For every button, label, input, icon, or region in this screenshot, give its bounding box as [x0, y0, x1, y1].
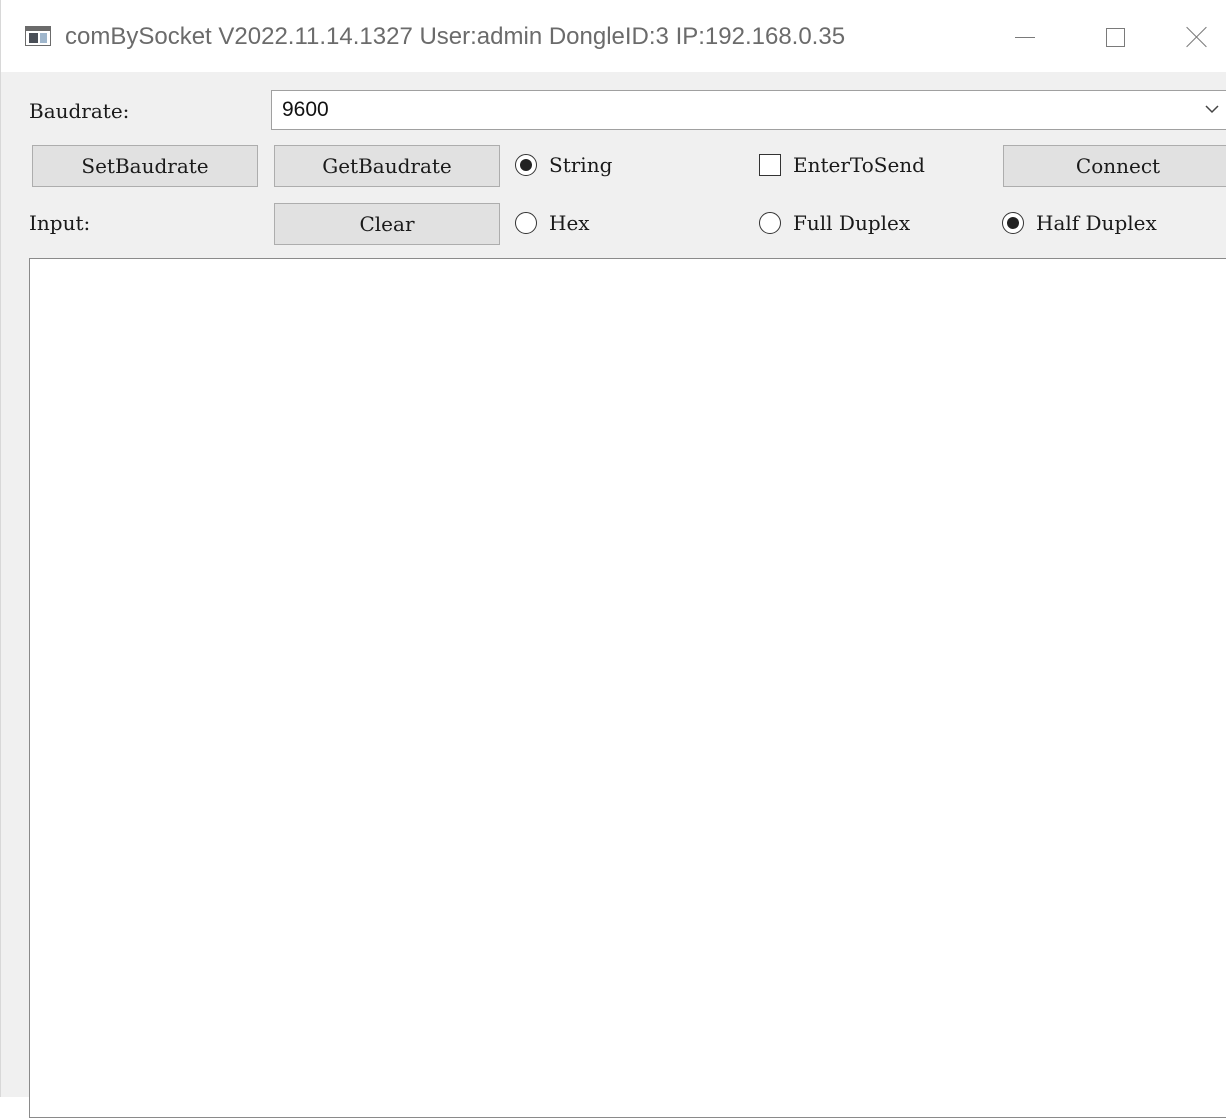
connect-button[interactable]: Connect	[1003, 145, 1226, 187]
radio-hex[interactable]: Hex	[515, 208, 590, 238]
radio-full-duplex-label: Full Duplex	[793, 211, 911, 235]
minimize-button[interactable]	[995, 14, 1055, 60]
baudrate-value: 9600	[282, 98, 329, 121]
radio-half-duplex-label: Half Duplex	[1036, 211, 1157, 235]
radio-half-duplex-indicator[interactable]	[1002, 212, 1024, 234]
title-bar[interactable]: comBySocket V2022.11.14.1327 User:admin …	[1, 0, 1226, 72]
clear-button[interactable]: Clear	[274, 203, 500, 245]
radio-string-label: String	[549, 153, 613, 177]
close-button[interactable]	[1167, 14, 1226, 60]
minimize-icon	[1015, 36, 1035, 38]
radio-half-duplex[interactable]: Half Duplex	[1002, 208, 1157, 238]
input-label: Input:	[29, 211, 91, 235]
radio-string-indicator[interactable]	[515, 154, 537, 176]
radio-hex-label: Hex	[549, 211, 590, 235]
maximize-button[interactable]	[1085, 14, 1145, 60]
radio-string[interactable]: String	[515, 150, 612, 180]
enter-to-send-checkbox[interactable]: EnterToSend	[759, 150, 925, 180]
enter-to-send-box[interactable]	[759, 154, 781, 176]
enter-to-send-label: EnterToSend	[793, 153, 925, 177]
radio-full-duplex[interactable]: Full Duplex	[759, 208, 910, 238]
get-baudrate-button[interactable]: GetBaudrate	[274, 145, 500, 187]
window-title: comBySocket V2022.11.14.1327 User:admin …	[65, 23, 846, 50]
output-textarea[interactable]	[29, 258, 1226, 1118]
chevron-down-icon[interactable]	[1204, 101, 1220, 117]
set-baudrate-button[interactable]: SetBaudrate	[32, 145, 258, 187]
radio-full-duplex-indicator[interactable]	[759, 212, 781, 234]
app-icon	[25, 26, 51, 46]
maximize-icon	[1105, 27, 1125, 47]
baudrate-label: Baudrate:	[29, 99, 130, 123]
radio-hex-indicator[interactable]	[515, 212, 537, 234]
close-icon	[1186, 26, 1208, 48]
baudrate-combo[interactable]: 9600	[271, 90, 1226, 130]
main-window: comBySocket V2022.11.14.1327 User:admin …	[0, 0, 1226, 1118]
